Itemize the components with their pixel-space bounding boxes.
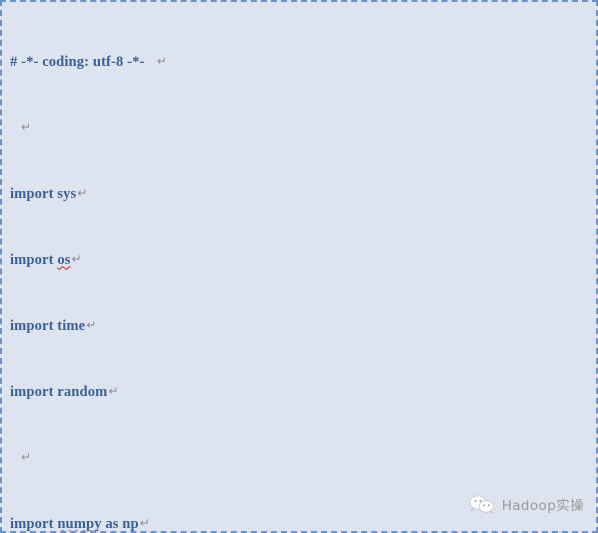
code-text: import (10, 251, 58, 268)
paragraph-mark: ↵ (21, 119, 32, 134)
code-line: import time↵ (10, 317, 590, 334)
code-line-blank: ↵ (10, 119, 590, 136)
code-text: import (10, 515, 58, 532)
paragraph-mark: ↵ (156, 53, 167, 68)
code-line: import os↵ (10, 251, 590, 268)
misspelled-word: numpy (57, 515, 102, 532)
paragraph-mark: ↵ (71, 251, 82, 266)
paragraph-mark: ↵ (86, 317, 97, 332)
code-text: # -*- coding: utf-8 -*- (10, 53, 156, 70)
wechat-icon (469, 494, 495, 514)
paragraph-mark: ↵ (108, 383, 119, 398)
code-line: import random↵ (10, 383, 590, 400)
code-text-block[interactable]: # -*- coding: utf-8 -*- ↵ ↵ import sys↵ … (10, 3, 590, 532)
code-line: import sys↵ (10, 185, 590, 202)
watermark-label: Hadoop实操 (501, 498, 584, 514)
code-text: as np (101, 515, 139, 532)
code-line: # -*- coding: utf-8 -*- ↵ (10, 53, 590, 70)
paragraph-mark: ↵ (21, 449, 32, 464)
misspelled-word: os (57, 251, 71, 268)
watermark: Hadoop实操 (469, 494, 584, 514)
paragraph-mark: ↵ (139, 515, 150, 530)
code-line-blank: ↵ (10, 449, 590, 466)
code-text: import time (10, 317, 86, 334)
code-text: import sys (10, 185, 77, 202)
paragraph-mark: ↵ (77, 185, 88, 200)
code-snippet-document: # -*- coding: utf-8 -*- ↵ ↵ import sys↵ … (0, 0, 598, 533)
code-text: import random (10, 383, 108, 400)
code-line: import numpy as np↵ (10, 515, 590, 532)
